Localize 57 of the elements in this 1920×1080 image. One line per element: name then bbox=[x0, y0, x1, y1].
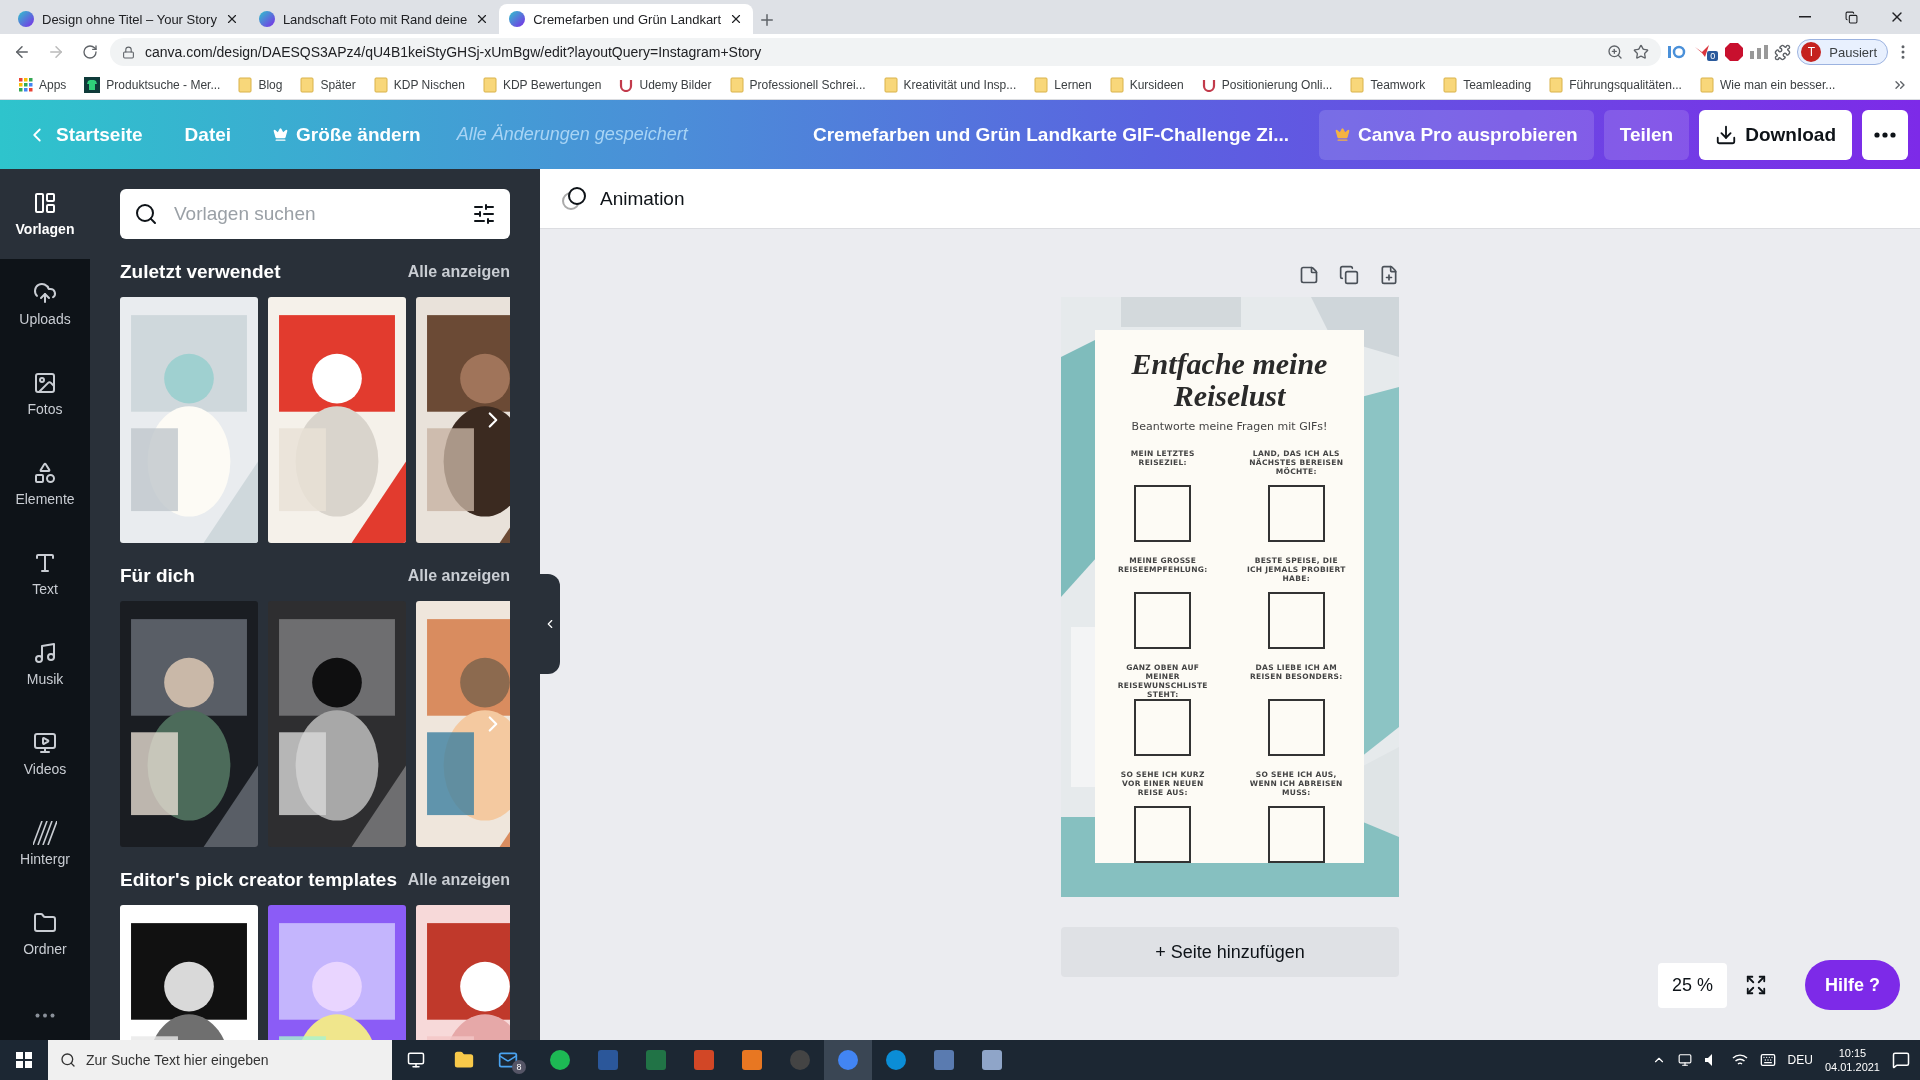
pro-trial-button[interactable]: Canva Pro ausprobieren bbox=[1319, 109, 1594, 160]
save-status: Alle Änderungen gespeichert bbox=[456, 124, 688, 145]
sidebar-item[interactable]: Vorlagen bbox=[0, 169, 90, 259]
browser-tab[interactable]: Cremefarben und Grün Landkart bbox=[499, 4, 754, 34]
zoom-level[interactable]: 25 % bbox=[1657, 962, 1727, 1008]
bookmark[interactable]: KDP Bewertungen bbox=[475, 72, 609, 97]
search-field[interactable]: Vorlagen suchen bbox=[172, 202, 458, 226]
bookmark[interactable]: Produktsuche - Mer... bbox=[77, 72, 228, 97]
design-subtitle: Beantworte meine Fragen mit GIFs! bbox=[1131, 420, 1328, 433]
clock[interactable]: 10:15 04.01.2021 bbox=[1824, 1046, 1880, 1074]
browser-tab[interactable]: Design ohne Titel – Your Story bbox=[8, 4, 249, 34]
section-title: Für dich bbox=[120, 565, 195, 587]
sidebar-item[interactable]: Hintergr bbox=[0, 799, 90, 889]
bookmark[interactable]: Kursideen bbox=[1102, 72, 1191, 97]
download-button[interactable]: Download bbox=[1699, 109, 1852, 160]
bookmark[interactable]: Führungsqualitäten... bbox=[1542, 72, 1689, 97]
section-title: Editor's pick creator templates bbox=[120, 869, 397, 891]
bookmark[interactable]: Blog bbox=[231, 72, 290, 97]
avatar: T bbox=[1801, 42, 1822, 62]
sidebar-item[interactable]: Elemente bbox=[0, 439, 90, 529]
bookmark[interactable]: Apps bbox=[12, 72, 74, 97]
bookmark[interactable]: KDP Nischen bbox=[366, 72, 472, 97]
sidebar-item[interactable]: Ordner bbox=[0, 889, 90, 979]
profile-label: Pausiert bbox=[1829, 44, 1877, 60]
address-bar[interactable]: canva.com/design/DAESQS3APz4/qU4B1keiStyGHSj-xUmBgw/edit?layoutQuery=Instagram+Story bbox=[110, 38, 1662, 66]
see-all-link[interactable]: Alle anzeigen bbox=[407, 567, 510, 585]
bookmark[interactable]: Lernen bbox=[1027, 72, 1099, 97]
design-title: Entfache meine Reiselust bbox=[1130, 348, 1329, 412]
sidebar-item[interactable]: Fotos bbox=[0, 349, 90, 439]
extension-badge: 0 bbox=[1707, 51, 1719, 61]
search-box[interactable]: Vorlagen suchen bbox=[120, 189, 510, 239]
bookmark[interactable]: Professionell Schrei... bbox=[722, 72, 873, 97]
profile-button[interactable]: T Pausiert bbox=[1797, 39, 1888, 65]
bookmark[interactable]: Udemy Bilder bbox=[612, 72, 719, 97]
animation-button[interactable]: Animation bbox=[556, 184, 691, 213]
bookmark[interactable]: Teamleading bbox=[1436, 72, 1539, 97]
help-button[interactable]: Hilfe ? bbox=[1805, 960, 1900, 1010]
browser-tab[interactable]: Landschaft Foto mit Rand deine bbox=[248, 4, 500, 34]
see-all-link[interactable]: Alle anzeigen bbox=[407, 263, 510, 281]
add-page-button[interactable]: + Seite hinzufügen bbox=[1061, 927, 1399, 977]
bookmark[interactable]: Teamwork bbox=[1343, 72, 1433, 97]
sidebar-item[interactable]: Videos bbox=[0, 709, 90, 799]
sidebar-item[interactable]: Text bbox=[0, 529, 90, 619]
bookmark[interactable]: Später bbox=[293, 72, 363, 97]
mail-button[interactable]: 8 bbox=[488, 1040, 536, 1080]
sidebar-item[interactable]: Uploads bbox=[0, 259, 90, 349]
taskbar-search-field[interactable]: Zur Suche Text hier eingeben bbox=[48, 1040, 392, 1080]
bookmark[interactable]: Positionierung Onli... bbox=[1194, 72, 1340, 97]
see-all-link[interactable]: Alle anzeigen bbox=[407, 871, 510, 889]
bookmark[interactable]: Kreativität und Insp... bbox=[876, 72, 1024, 97]
document-title[interactable]: Cremefarben und Grün Landkarte GIF-Challenge Zi... bbox=[812, 123, 1290, 146]
section-title: Zuletzt verwendet bbox=[120, 261, 281, 283]
share-button[interactable]: Teilen bbox=[1603, 109, 1690, 160]
sidebar-item[interactable]: Musik bbox=[0, 619, 90, 709]
mail-badge: 8 bbox=[512, 1060, 526, 1074]
bookmark[interactable]: Wie man ein besser... bbox=[1692, 72, 1843, 97]
language-indicator[interactable]: DEU bbox=[1787, 1053, 1813, 1067]
